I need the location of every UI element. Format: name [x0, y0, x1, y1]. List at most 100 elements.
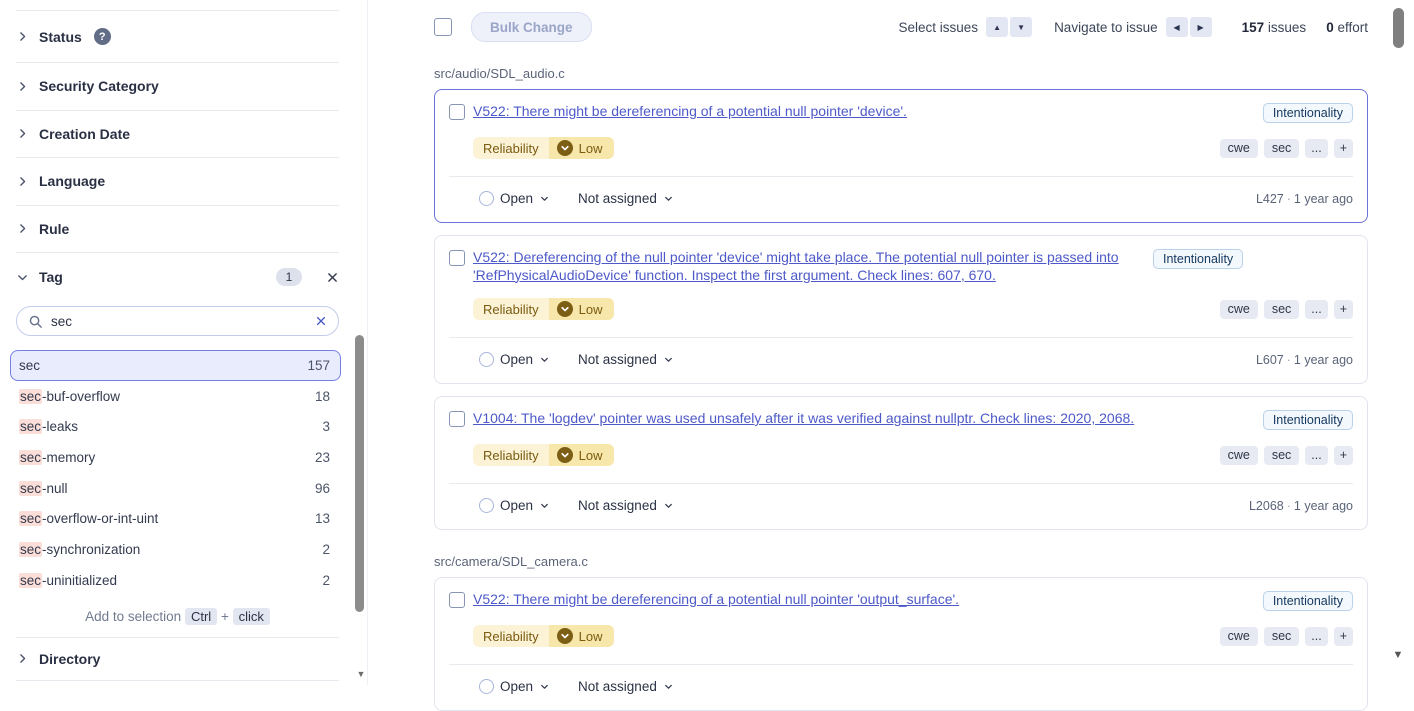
- add-tag-chip[interactable]: +: [1334, 139, 1353, 158]
- software-quality-badge[interactable]: Reliability Low: [473, 137, 614, 159]
- clean-code-attribute-badge[interactable]: Intentionality: [1153, 249, 1243, 269]
- more-tags-chip[interactable]: ...: [1305, 300, 1327, 319]
- clean-code-attribute-badge[interactable]: Intentionality: [1263, 103, 1353, 123]
- more-tags-chip[interactable]: ...: [1305, 139, 1327, 158]
- issue-assignee-dropdown[interactable]: Not assigned: [578, 498, 674, 513]
- issue-status-dropdown[interactable]: Open: [479, 352, 550, 367]
- chevron-right-icon: [16, 175, 29, 188]
- more-tags-chip[interactable]: ...: [1305, 446, 1327, 465]
- software-quality-badge[interactable]: Reliability Low: [473, 444, 614, 466]
- issue-status-dropdown[interactable]: Open: [479, 191, 550, 206]
- add-tag-chip[interactable]: +: [1334, 446, 1353, 465]
- software-quality-badge[interactable]: Reliability Low: [473, 625, 614, 647]
- facet-rule[interactable]: Rule: [16, 206, 339, 254]
- severity-low-icon: [557, 301, 573, 317]
- clear-search-icon[interactable]: [315, 315, 327, 327]
- main-scrollbar-thumb[interactable]: [1393, 8, 1404, 48]
- issue-checkbox[interactable]: [449, 250, 465, 266]
- navigate-previous-issue-button[interactable]: ◀: [1166, 17, 1188, 37]
- facet-security-category[interactable]: Security Category: [16, 63, 339, 111]
- issue-assignee-dropdown[interactable]: Not assigned: [578, 191, 674, 206]
- open-status-icon: [479, 679, 494, 694]
- issue-title-link[interactable]: V522: Dereferencing of the null pointer …: [473, 249, 1133, 284]
- click-key-chip: click: [233, 608, 270, 625]
- tag-option-sec-overflow-or-int-uint[interactable]: sec-overflow-or-int-uint 13: [10, 503, 341, 534]
- issue-card[interactable]: V522: Dereferencing of the null pointer …: [434, 235, 1368, 384]
- sidebar-scrollbar-thumb[interactable]: [355, 335, 364, 612]
- active-filter-count-badge: 1: [276, 268, 302, 286]
- tag-option-label: sec-synchronization: [19, 542, 140, 557]
- search-icon: [28, 314, 43, 329]
- facet-creation-date[interactable]: Creation Date: [16, 111, 339, 159]
- select-previous-issue-button[interactable]: ▲: [986, 17, 1008, 37]
- issue-line-number: L427: [1256, 192, 1284, 206]
- clean-code-attribute-badge[interactable]: Intentionality: [1263, 591, 1353, 611]
- tag-option-count: 18: [315, 389, 330, 404]
- tag-option-label: sec-null: [19, 481, 68, 496]
- clear-tag-filter-icon[interactable]: [326, 271, 339, 284]
- chevron-right-icon: [16, 652, 29, 665]
- issue-tag-chip[interactable]: cwe: [1220, 300, 1258, 319]
- issue-assignee-dropdown[interactable]: Not assigned: [578, 352, 674, 367]
- issue-status-dropdown[interactable]: Open: [479, 679, 550, 694]
- chevron-right-icon: [16, 30, 29, 43]
- more-tags-chip[interactable]: ...: [1305, 627, 1327, 646]
- tag-option-count: 23: [315, 450, 330, 465]
- tag-option-sec-uninitialized[interactable]: sec-uninitialized 2: [10, 565, 341, 596]
- add-tag-chip[interactable]: +: [1334, 627, 1353, 646]
- chevron-right-icon: [16, 222, 29, 235]
- tag-option-sec-null[interactable]: sec-null 96: [10, 473, 341, 504]
- software-quality-badge[interactable]: Reliability Low: [473, 298, 614, 320]
- tag-option-sec[interactable]: sec 157: [10, 350, 341, 381]
- navigate-to-issue-label: Navigate to issue: [1054, 20, 1158, 35]
- issue-title-link[interactable]: V1004: The 'logdev' pointer was used uns…: [473, 410, 1243, 428]
- ctrl-key-chip: Ctrl: [185, 608, 217, 625]
- issue-tag-chip[interactable]: sec: [1264, 139, 1299, 158]
- facet-label: Security Category: [39, 78, 159, 94]
- main-scroll-down-arrow[interactable]: ▼: [1390, 649, 1406, 661]
- help-icon[interactable]: ?: [94, 28, 111, 45]
- open-status-icon: [479, 352, 494, 367]
- issue-assignee-dropdown[interactable]: Not assigned: [578, 679, 674, 694]
- issue-checkbox[interactable]: [449, 592, 465, 608]
- issue-tag-chip[interactable]: sec: [1264, 627, 1299, 646]
- facet-directory[interactable]: Directory: [16, 638, 339, 681]
- tag-search-input[interactable]: [51, 314, 307, 329]
- tag-option-sec-buf-overflow[interactable]: sec-buf-overflow 18: [10, 381, 341, 412]
- issue-age: 1 year ago: [1294, 499, 1353, 513]
- sidebar-scroll-down-arrow[interactable]: ▼: [354, 669, 368, 679]
- issue-location-meta: L2068·1 year ago: [1249, 499, 1353, 513]
- tag-search-box: [16, 306, 339, 336]
- issue-status-dropdown[interactable]: Open: [479, 498, 550, 513]
- facet-label: Directory: [39, 651, 100, 667]
- select-next-issue-button[interactable]: ▼: [1010, 17, 1032, 37]
- issue-title-link[interactable]: V522: There might be dereferencing of a …: [473, 103, 1243, 121]
- bulk-change-button[interactable]: Bulk Change: [471, 12, 592, 42]
- issue-tag-chip[interactable]: cwe: [1220, 627, 1258, 646]
- chevron-right-icon: [16, 127, 29, 140]
- issue-line-number: L607: [1256, 353, 1284, 367]
- issue-tag-chip[interactable]: sec: [1264, 446, 1299, 465]
- issue-card[interactable]: V522: There might be dereferencing of a …: [434, 89, 1368, 223]
- tag-options-list: sec 157 sec-buf-overflow 18 sec-leaks 3 …: [10, 350, 341, 596]
- tag-option-sec-memory[interactable]: sec-memory 23: [10, 442, 341, 473]
- tag-option-count: 2: [322, 542, 330, 557]
- issue-checkbox[interactable]: [449, 104, 465, 120]
- issue-title-link[interactable]: V522: There might be dereferencing of a …: [473, 591, 1243, 609]
- add-tag-chip[interactable]: +: [1334, 300, 1353, 319]
- facet-status[interactable]: Status ?: [16, 10, 339, 63]
- chevron-right-icon: [16, 80, 29, 93]
- issue-tag-chip[interactable]: sec: [1264, 300, 1299, 319]
- facet-tag[interactable]: Tag 1: [16, 253, 339, 301]
- issue-checkbox[interactable]: [449, 411, 465, 427]
- facet-language[interactable]: Language: [16, 158, 339, 206]
- tag-option-sec-leaks[interactable]: sec-leaks 3: [10, 411, 341, 442]
- issue-tag-chip[interactable]: cwe: [1220, 446, 1258, 465]
- issue-card[interactable]: V522: There might be dereferencing of a …: [434, 577, 1368, 711]
- tag-option-sec-synchronization[interactable]: sec-synchronization 2: [10, 534, 341, 565]
- issue-card[interactable]: V1004: The 'logdev' pointer was used uns…: [434, 396, 1368, 530]
- navigate-next-issue-button[interactable]: ▶: [1190, 17, 1212, 37]
- issue-tag-chip[interactable]: cwe: [1220, 139, 1258, 158]
- clean-code-attribute-badge[interactable]: Intentionality: [1263, 410, 1353, 430]
- select-all-checkbox[interactable]: [434, 18, 452, 36]
